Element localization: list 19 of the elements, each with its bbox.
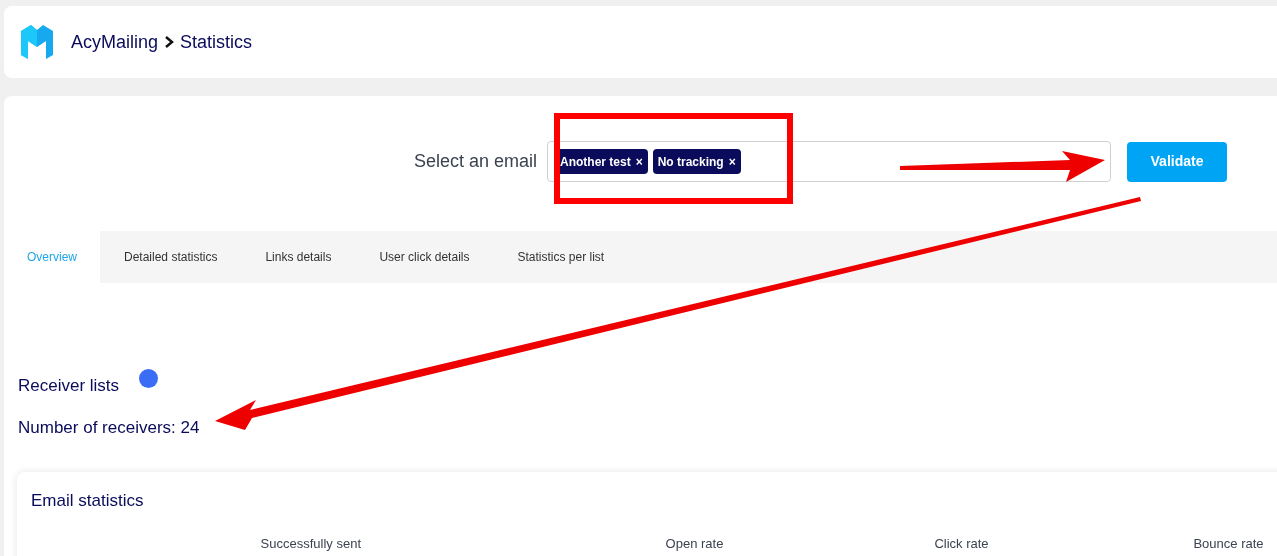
tab[interactable]: Detailed statistics <box>100 231 242 283</box>
receiver-lists-title: Receiver lists <box>18 375 120 397</box>
column-label: Successfully sent <box>259 534 361 553</box>
remove-tag-button[interactable]: × <box>728 152 736 171</box>
remove-tag-button[interactable]: × <box>635 152 643 171</box>
logo-icon <box>19 25 55 59</box>
breadcrumb-current: Statistics <box>180 30 253 54</box>
tab[interactable]: User click details <box>355 231 494 283</box>
column-label: Bounce rate <box>1192 534 1265 553</box>
breadcrumb-link[interactable]: AcyMailing <box>71 28 159 56</box>
chevron-icon <box>164 36 175 48</box>
select-label: Select an email <box>413 150 537 173</box>
tab[interactable]: Links details <box>241 231 356 283</box>
statistics-title: Email statistics <box>31 490 145 512</box>
column-label: Click rate <box>933 534 990 553</box>
column-label: Open rate <box>664 534 725 553</box>
receivers-count: Number of receivers: 24 <box>18 416 201 439</box>
tab[interactable]: Statistics per list <box>493 231 629 283</box>
email-tag: No tracking × <box>652 149 741 174</box>
